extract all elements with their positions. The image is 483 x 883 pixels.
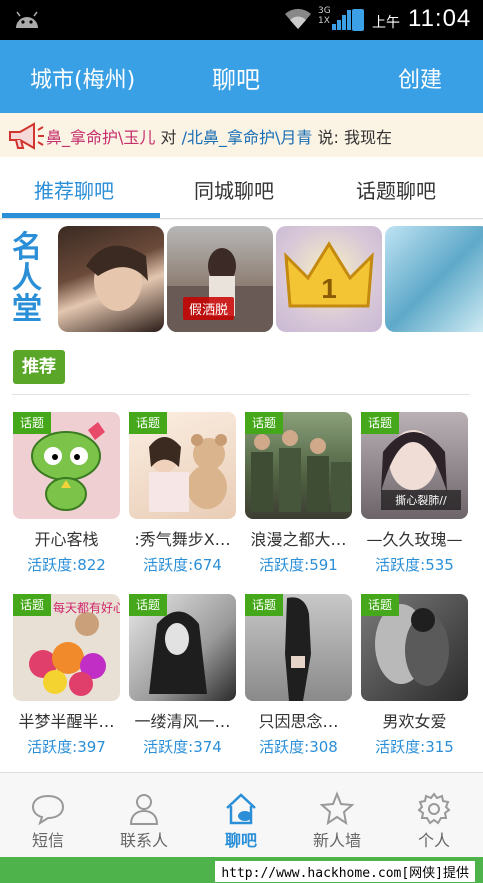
chatroom-activity: 活跃度:674 bbox=[143, 556, 222, 574]
nav-profile[interactable]: 个人 bbox=[386, 773, 482, 858]
star-icon bbox=[319, 791, 355, 826]
chatroom-name: 开心客栈 bbox=[34, 530, 99, 549]
chatroom-activity: 活跃度:397 bbox=[27, 738, 106, 756]
chatroom-name: —久久玫瑰— bbox=[366, 530, 463, 549]
nav-chatbar[interactable]: 聊吧 bbox=[193, 773, 289, 858]
topic-tag: 话题 bbox=[245, 412, 283, 434]
chatroom-activity: 活跃度:308 bbox=[259, 738, 338, 756]
nav-label: 联系人 bbox=[119, 831, 168, 850]
topic-tag: 话题 bbox=[129, 594, 167, 616]
network-type: 3G 1X bbox=[318, 6, 331, 26]
nav-messages[interactable]: 短信 bbox=[0, 773, 96, 858]
megaphone-icon bbox=[9, 122, 44, 150]
chatroom-activity: 活跃度:822 bbox=[27, 556, 106, 574]
crown-icon: 1 bbox=[284, 241, 374, 308]
home-chat-icon bbox=[226, 793, 256, 825]
city-selector[interactable]: 城市(梅州) bbox=[30, 62, 135, 94]
hall-of-fame: 名人堂 假洒脱 1 bbox=[0, 220, 483, 342]
tab-bar: 推荐聊吧 同城聊吧 话题聊吧 bbox=[0, 157, 483, 219]
divider bbox=[12, 394, 470, 395]
chatroom-name: 男欢女爱 bbox=[382, 712, 447, 731]
ticker-message: 鼻_拿命护\玉儿 对 /北鼻_拿命护\月青 说: 我现在 bbox=[46, 124, 392, 148]
chat-bubble-icon bbox=[31, 794, 65, 826]
topic-tag: 话题 bbox=[245, 594, 283, 616]
person-icon bbox=[129, 794, 159, 825]
topic-tag: 话题 bbox=[13, 412, 51, 434]
hall-thumb[interactable] bbox=[58, 226, 164, 332]
hall-label: 名人堂 bbox=[12, 230, 42, 327]
recommended-section: 推荐 话题 开心客栈 活跃度:822 话题 :秀气舞步X… 活跃度:674 话题… bbox=[0, 342, 483, 772]
ticker-text: 说: 我现在 bbox=[312, 128, 392, 147]
nav-contacts[interactable]: 联系人 bbox=[96, 773, 192, 858]
hall-thumb[interactable]: 1 bbox=[276, 226, 382, 332]
tab-indicator bbox=[2, 213, 160, 218]
portrait-image bbox=[86, 245, 148, 311]
nav-label: 个人 bbox=[417, 831, 450, 850]
topic-tag: 话题 bbox=[361, 594, 399, 616]
chatroom-activity: 活跃度:535 bbox=[375, 556, 454, 574]
chatroom-name: 浪漫之都大… bbox=[250, 530, 347, 549]
thumb-caption: 假洒脱 bbox=[183, 297, 235, 320]
topic-tag: 话题 bbox=[13, 594, 51, 616]
chatroom-name: 一缕清风一… bbox=[134, 712, 231, 731]
android-icon bbox=[16, 11, 38, 28]
bottom-nav: 短信 联系人 聊吧 新人墙 个人 bbox=[0, 772, 483, 857]
app-header: 城市(梅州) 聊吧 创建 bbox=[0, 40, 483, 113]
nav-label: 短信 bbox=[31, 831, 64, 850]
watermark-url: http://www.hackhome.com[网侠]提供 bbox=[215, 861, 475, 882]
signal-icon bbox=[332, 10, 351, 30]
topic-tag: 话题 bbox=[361, 412, 399, 434]
page-title: 聊吧 bbox=[212, 66, 260, 94]
chatroom-name: 只因思念… bbox=[258, 712, 339, 731]
nav-newcomers[interactable]: 新人墙 bbox=[289, 773, 385, 858]
topic-tag: 话题 bbox=[129, 412, 167, 434]
footer-strip: http://www.hackhome.com[网侠]提供 bbox=[0, 857, 483, 883]
hall-thumb[interactable]: 假洒脱 bbox=[167, 226, 273, 332]
chatroom-name: :秀气舞步X… bbox=[134, 530, 231, 549]
chatroom-activity: 活跃度:591 bbox=[259, 556, 338, 574]
recommended-badge: 推荐 bbox=[13, 350, 65, 384]
ticker-receiver[interactable]: /北鼻_拿命护\月青 bbox=[182, 128, 313, 147]
create-button[interactable]: 创建 bbox=[398, 62, 442, 94]
nav-label: 聊吧 bbox=[224, 831, 257, 850]
clock: 11:04 bbox=[408, 5, 472, 32]
ticker-to: 对 bbox=[155, 128, 182, 147]
svg-text:1: 1 bbox=[321, 273, 337, 304]
tab-local[interactable]: 同城聊吧 bbox=[194, 175, 274, 204]
battery-icon bbox=[352, 9, 364, 31]
status-bar: 3G 1X 上午 11:04 bbox=[0, 0, 483, 40]
chatroom-name: 半梦半醒半… bbox=[18, 712, 115, 731]
image-caption: 每天都有好心情 bbox=[53, 600, 120, 615]
chatroom-activity: 活跃度:374 bbox=[143, 738, 222, 756]
wifi-icon bbox=[285, 8, 311, 29]
announcement-ticker[interactable]: 鼻_拿命护\玉儿 对 /北鼻_拿命护\月青 说: 我现在 bbox=[0, 113, 483, 157]
image-caption: 撕心裂肺// bbox=[395, 493, 447, 507]
hall-thumb[interactable] bbox=[385, 226, 483, 332]
nav-label: 新人墙 bbox=[312, 831, 361, 850]
time-prefix: 上午 bbox=[372, 15, 400, 31]
tab-topics[interactable]: 话题聊吧 bbox=[356, 175, 436, 204]
gear-icon bbox=[417, 792, 451, 825]
tab-recommended[interactable]: 推荐聊吧 bbox=[34, 175, 114, 204]
ticker-sender[interactable]: 鼻_拿命护\玉儿 bbox=[46, 128, 155, 147]
chatroom-activity: 活跃度:315 bbox=[375, 738, 454, 756]
